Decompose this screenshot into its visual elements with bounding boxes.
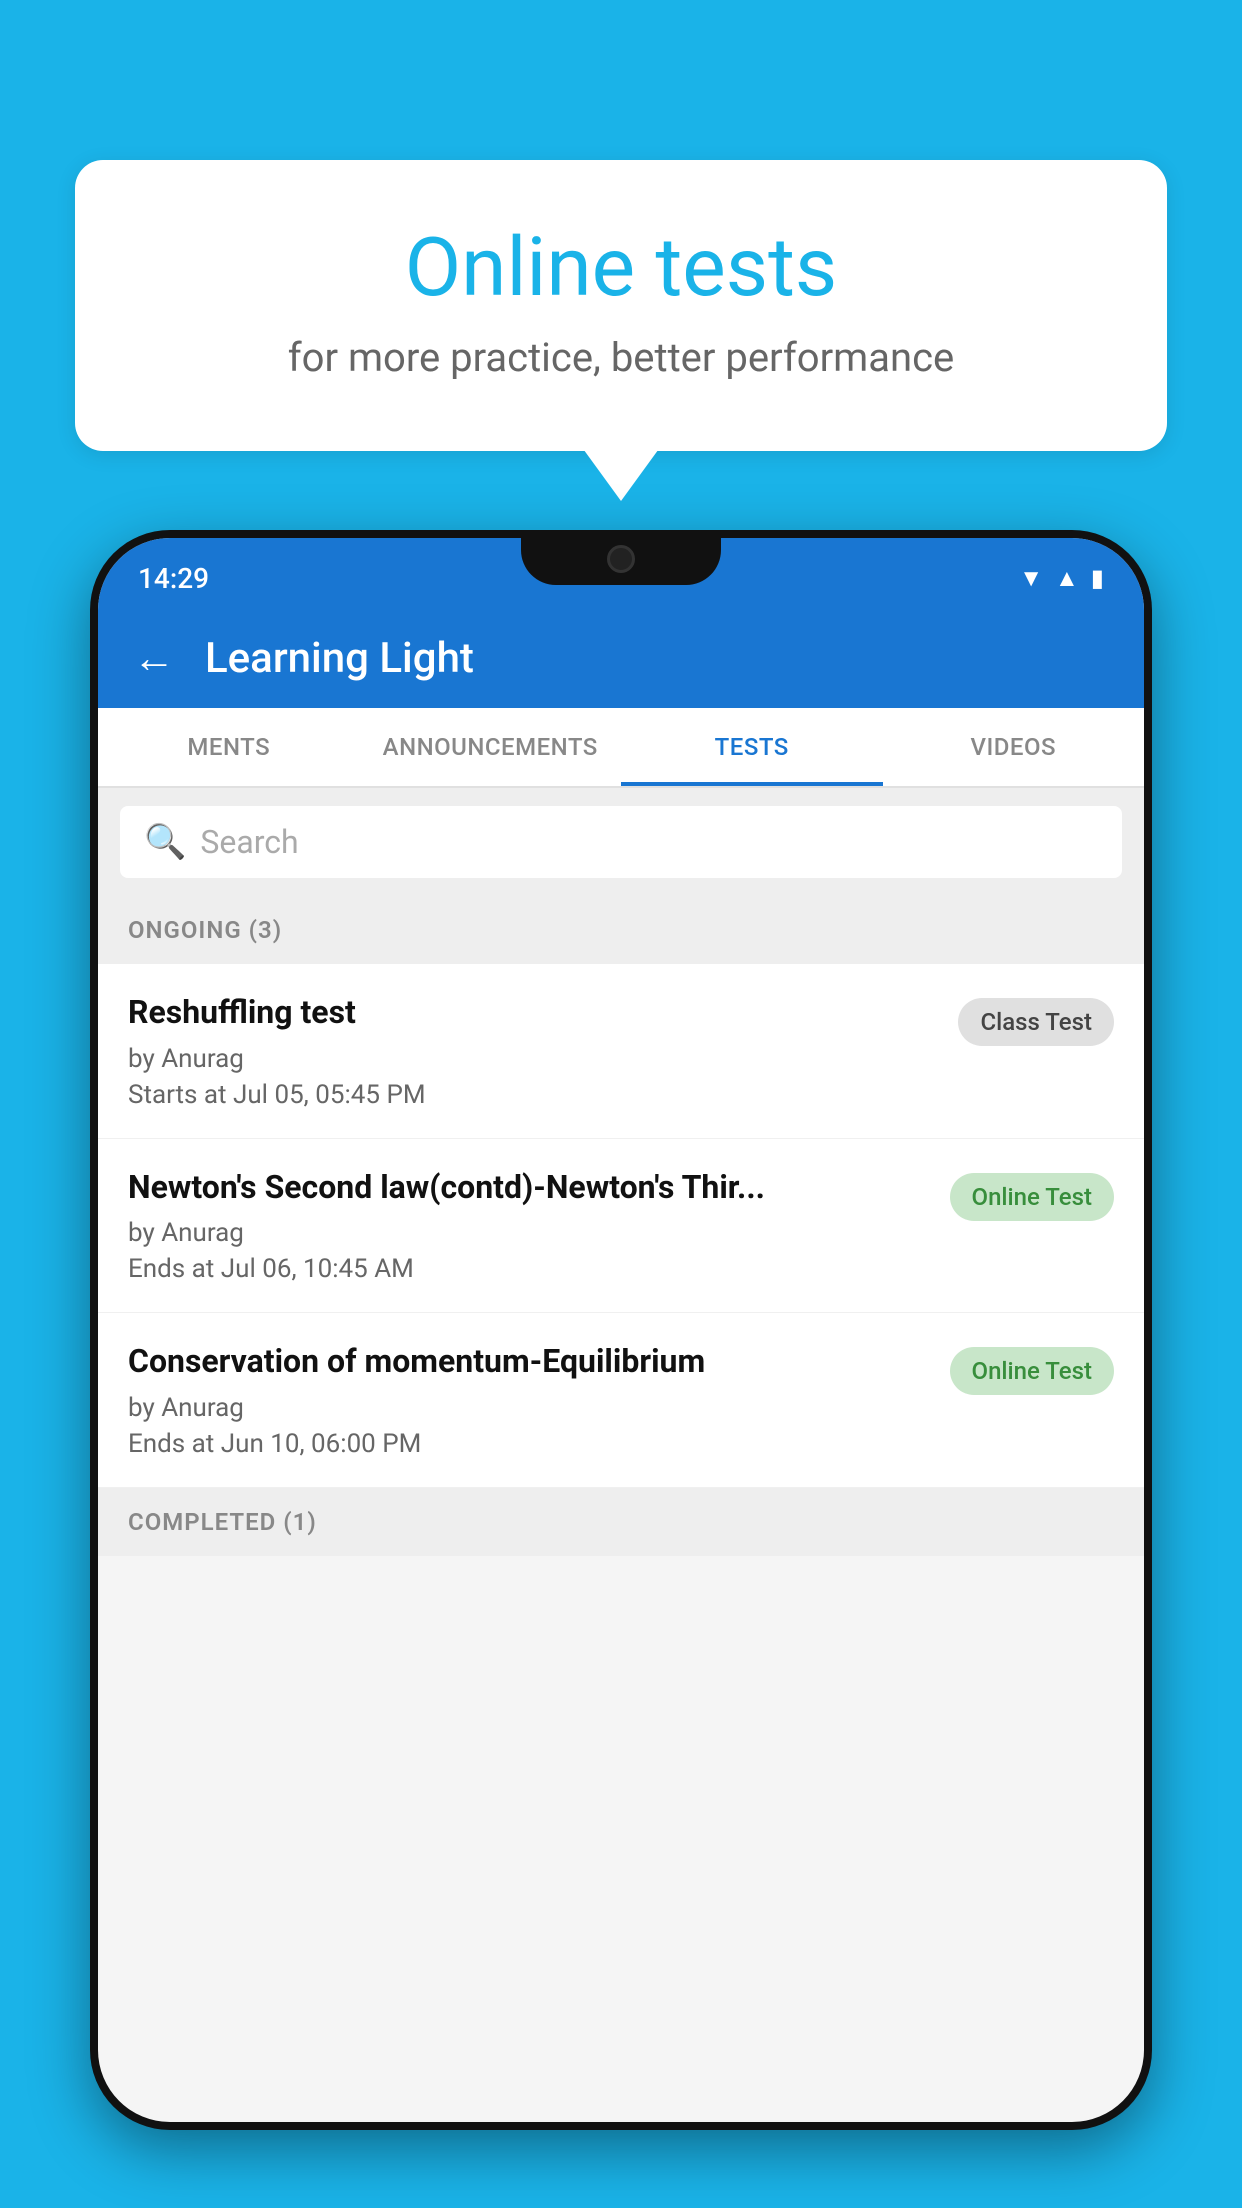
completed-section-header: COMPLETED (1) xyxy=(98,1488,1144,1556)
battery-icon: ▮ xyxy=(1091,564,1104,592)
app-bar-title: Learning Light xyxy=(205,634,474,683)
test-badge-3: Online Test xyxy=(950,1347,1114,1395)
test-author-3: by Anurag xyxy=(128,1393,930,1423)
signal-icon: ▲ xyxy=(1055,564,1079,593)
completed-label: COMPLETED (1) xyxy=(128,1508,317,1536)
bubble-title: Online tests xyxy=(145,220,1097,316)
test-info-1: Reshuffling test by Anurag Starts at Jul… xyxy=(128,992,938,1110)
search-placeholder: Search xyxy=(200,823,298,861)
test-author-2: by Anurag xyxy=(128,1218,930,1248)
bubble-subtitle: for more practice, better performance xyxy=(145,334,1097,381)
test-title-3: Conservation of momentum-Equilibrium xyxy=(128,1341,930,1383)
test-item-2[interactable]: Newton's Second law(contd)-Newton's Thir… xyxy=(98,1139,1144,1314)
test-info-3: Conservation of momentum-Equilibrium by … xyxy=(128,1341,930,1459)
test-time-2: Ends at Jul 06, 10:45 AM xyxy=(128,1254,930,1284)
tab-videos[interactable]: VIDEOS xyxy=(883,708,1145,786)
phone-frame: 14:29 ▼ ▲ ▮ ← Learning Light MENTS ANNOU… xyxy=(90,530,1152,2130)
phone-camera xyxy=(607,545,635,573)
test-item-3[interactable]: Conservation of momentum-Equilibrium by … xyxy=(98,1313,1144,1488)
test-badge-1: Class Test xyxy=(958,998,1114,1046)
test-list: Reshuffling test by Anurag Starts at Jul… xyxy=(98,964,1144,1488)
test-title-2: Newton's Second law(contd)-Newton's Thir… xyxy=(128,1167,930,1209)
phone-container: 14:29 ▼ ▲ ▮ ← Learning Light MENTS ANNOU… xyxy=(90,530,1152,2208)
promo-bubble: Online tests for more practice, better p… xyxy=(75,160,1167,451)
test-time-1: Starts at Jul 05, 05:45 PM xyxy=(128,1080,938,1110)
status-time: 14:29 xyxy=(138,562,209,595)
tabs-bar: MENTS ANNOUNCEMENTS TESTS VIDEOS xyxy=(98,708,1144,788)
test-badge-2: Online Test xyxy=(950,1173,1114,1221)
search-container: 🔍 Search xyxy=(98,788,1144,896)
wifi-icon: ▼ xyxy=(1019,564,1043,593)
status-icons: ▼ ▲ ▮ xyxy=(1019,564,1104,593)
tab-ments[interactable]: MENTS xyxy=(98,708,360,786)
test-item-1[interactable]: Reshuffling test by Anurag Starts at Jul… xyxy=(98,964,1144,1139)
search-input-wrap[interactable]: 🔍 Search xyxy=(120,806,1122,878)
test-author-1: by Anurag xyxy=(128,1044,938,1074)
back-button[interactable]: ← xyxy=(133,634,175,683)
phone-notch xyxy=(521,530,721,585)
ongoing-label: ONGOING (3) xyxy=(128,916,282,944)
test-time-3: Ends at Jun 10, 06:00 PM xyxy=(128,1429,930,1459)
tab-tests[interactable]: TESTS xyxy=(621,708,883,786)
tab-announcements[interactable]: ANNOUNCEMENTS xyxy=(360,708,622,786)
phone-screen: 14:29 ▼ ▲ ▮ ← Learning Light MENTS ANNOU… xyxy=(98,538,1144,2122)
search-icon: 🔍 xyxy=(144,822,186,862)
test-info-2: Newton's Second law(contd)-Newton's Thir… xyxy=(128,1167,930,1285)
ongoing-section-header: ONGOING (3) xyxy=(98,896,1144,964)
app-bar: ← Learning Light xyxy=(98,608,1144,708)
test-title-1: Reshuffling test xyxy=(128,992,938,1034)
